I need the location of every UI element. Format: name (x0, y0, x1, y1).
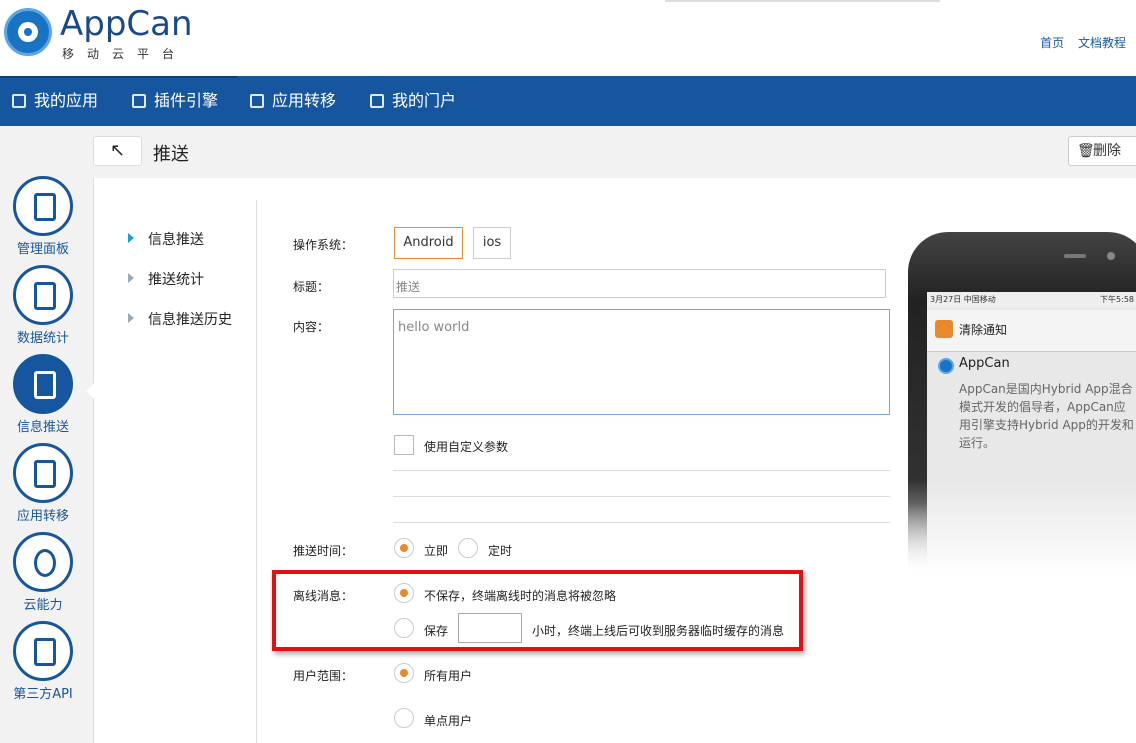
rail-push[interactable]: 信息推送 (0, 354, 86, 435)
phone-status-bar: 3月27日 中国移动 下午5:58 (927, 292, 1136, 308)
clear-notifications-icon (935, 320, 953, 338)
single-user-label: 单点用户 (424, 714, 473, 728)
nav-label: 我的门户 (392, 91, 457, 110)
nav-label: 应用转移 (272, 91, 337, 110)
main-nav: 我的应用 插件引擎 应用转移 我的门户 (0, 76, 1136, 126)
triangle-right-icon (128, 313, 134, 323)
push-now-radio[interactable] (394, 538, 414, 558)
subnav-label: 信息推送历史 (148, 312, 232, 328)
title-label: 标题： (293, 280, 330, 294)
transfer-icon (250, 94, 264, 108)
divider (393, 470, 890, 471)
content-textarea[interactable]: hello world (393, 309, 890, 415)
phone-speaker (1064, 254, 1086, 258)
phone-fade (900, 480, 1136, 580)
notification-message: AppCan是国内Hybrid App混合模式开发的倡导者，AppCan应用引擎… (959, 382, 1134, 450)
rail-label: 第三方API (13, 687, 73, 702)
content-label: 内容： (293, 320, 330, 334)
logo-text[interactable]: AppCan (60, 4, 193, 44)
appcan-logo-icon[interactable] (4, 8, 52, 56)
nav-app-transfer[interactable]: 应用转移 (250, 76, 336, 126)
back-button[interactable]: ↖ (93, 136, 142, 166)
custom-param-label: 使用自定义参数 (424, 440, 509, 454)
subnav-push[interactable]: 信息推送 (128, 229, 204, 249)
rail-third-party-api[interactable]: 第三方API (0, 621, 86, 702)
os-android-button[interactable]: Android (394, 227, 463, 259)
delete-label: 删除 (1093, 143, 1121, 159)
dashboard-icon (13, 176, 73, 236)
os-ios-button[interactable]: ios (473, 227, 511, 259)
status-carrier: 3月27日 中国移动 (930, 295, 996, 304)
phone-camera-icon (1107, 252, 1115, 260)
app-icon (12, 94, 26, 108)
plugin-icon (132, 94, 146, 108)
subnav-stats[interactable]: 推送统计 (128, 269, 204, 289)
all-users-radio[interactable] (394, 663, 414, 683)
os-label: 操作系统： (293, 238, 354, 252)
rail-label: 管理面板 (16, 242, 69, 257)
page-title: 推送 (153, 144, 189, 165)
push-time-label: 推送时间： (293, 544, 354, 558)
transfer-icon (13, 443, 73, 503)
rail-label: 云能力 (23, 598, 63, 613)
trash-icon: 🗑 (1077, 143, 1095, 159)
vertical-divider (256, 200, 257, 743)
divider (393, 496, 890, 497)
active-pointer (86, 383, 94, 399)
rail-label: 应用转移 (16, 509, 69, 524)
nav-my-portal[interactable]: 我的门户 (370, 76, 456, 126)
single-user-radio[interactable] (394, 708, 414, 728)
top-divider (665, 0, 940, 2)
push-icon (13, 354, 73, 414)
nav-active-indicator (0, 76, 237, 78)
all-users-label: 所有用户 (424, 669, 473, 683)
home-link[interactable]: 首页 (1040, 36, 1064, 50)
title-bar: ↖ 推送 🗑 删除 (93, 126, 1136, 178)
triangle-right-icon (128, 273, 134, 283)
title-input[interactable]: 推送 (393, 269, 886, 298)
portal-icon (370, 94, 384, 108)
rail-dashboard[interactable]: 管理面板 (0, 176, 86, 257)
triangle-right-icon (128, 233, 134, 243)
nav-my-apps[interactable]: 我的应用 (12, 76, 98, 126)
nav-plugin-engine[interactable]: 插件引擎 (132, 76, 218, 126)
highlight-box (272, 570, 803, 651)
chart-icon (13, 265, 73, 325)
rail-label: 数据统计 (16, 331, 69, 346)
clear-notifications: 清除通知 (927, 310, 1136, 352)
rail-label: 信息推送 (16, 420, 69, 435)
top-links: 首页 文档教程 (1030, 34, 1126, 51)
docs-link[interactable]: 文档教程 (1078, 36, 1126, 50)
delete-button[interactable]: 🗑 删除 (1068, 136, 1136, 166)
user-scope-label: 用户范围： (293, 669, 354, 683)
divider (393, 522, 890, 523)
appcan-app-icon (938, 358, 954, 374)
puzzle-icon (13, 621, 73, 681)
subnav-label: 推送统计 (148, 272, 204, 288)
push-scheduled-radio[interactable] (458, 538, 478, 558)
nav-label: 插件引擎 (154, 91, 219, 110)
header: AppCan 移动云平台 首页 文档教程 (0, 0, 1136, 76)
rail-cloud[interactable]: 云能力 (0, 532, 86, 613)
push-now-label: 立即 (424, 544, 449, 558)
notification-app-name: AppCan (959, 356, 1010, 371)
push-scheduled-label: 定时 (488, 544, 513, 558)
logo-subtitle: 移动云平台 (62, 47, 188, 61)
cloud-icon (13, 532, 73, 592)
custom-param-checkbox[interactable] (394, 435, 414, 455)
subnav-label: 信息推送 (148, 232, 204, 248)
status-time: 下午5:58 (1100, 295, 1134, 304)
subnav-history[interactable]: 信息推送历史 (128, 309, 232, 329)
rail-app-transfer[interactable]: 应用转移 (0, 443, 86, 524)
nav-label: 我的应用 (34, 91, 99, 110)
rail-statistics[interactable]: 数据统计 (0, 265, 86, 346)
